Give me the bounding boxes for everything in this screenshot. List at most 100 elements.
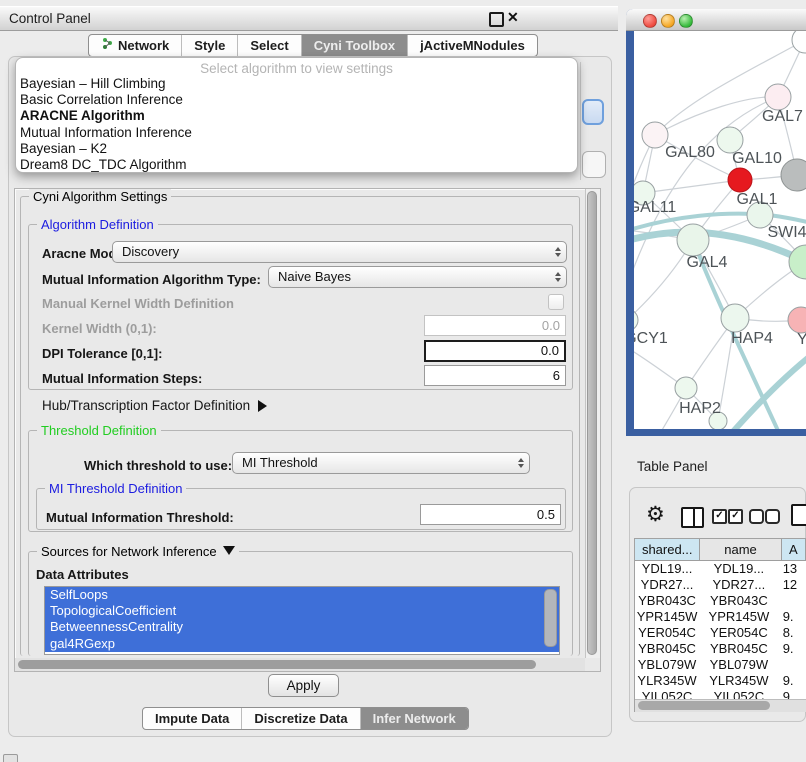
which-threshold-select[interactable]: MI Threshold: [232, 452, 530, 474]
node-label-swi4: SWI4: [767, 224, 806, 241]
stepper-icon: [555, 267, 561, 287]
network-window-titlebar[interactable]: [626, 9, 806, 31]
sources-title-toggle[interactable]: Sources for Network Inference: [37, 544, 239, 559]
attribute-item[interactable]: gal4RGexp: [45, 636, 559, 652]
mi-threshold-definition-title: MI Threshold Definition: [45, 481, 186, 496]
algorithm-option[interactable]: Mutual Information Inference: [16, 125, 577, 141]
tab-style[interactable]: Style: [181, 35, 237, 56]
column-header-2[interactable]: name: [700, 539, 781, 561]
mi-threshold-field[interactable]: 0.5: [420, 504, 561, 525]
attribute-item[interactable]: BetweennessCentrality: [45, 619, 559, 635]
tab-discretize-data[interactable]: Discretize Data: [241, 708, 359, 729]
kernel-width-label: Kernel Width (0,1):: [42, 321, 157, 336]
tab-impute-data[interactable]: Impute Data: [143, 708, 241, 729]
manual-kernel-width-checkbox[interactable]: [548, 294, 564, 310]
tab-select[interactable]: Select: [237, 35, 300, 56]
zoom-traffic-light[interactable]: [679, 14, 693, 28]
tab-cyni-toolbox[interactable]: Cyni Toolbox: [301, 35, 407, 56]
network-icon: [101, 34, 114, 57]
table-cell: 9.: [779, 673, 806, 689]
network-edge[interactable]: [643, 180, 740, 193]
algorithm-option[interactable]: Bayesian – Hill Climbing: [16, 76, 577, 92]
algorithm-definition-title: Algorithm Definition: [37, 217, 158, 232]
table-cell: [779, 657, 806, 673]
mi-steps-field[interactable]: 6: [424, 365, 566, 386]
table-cell: YBR045C: [635, 641, 699, 657]
attribute-item[interactable]: TopologicalCoefficient: [45, 603, 559, 619]
checked-box-icon[interactable]: ✓: [712, 509, 727, 524]
table-cell: 13: [779, 561, 806, 577]
attribute-item[interactable]: SelfLoops: [45, 587, 559, 603]
attributes-scrollbar-thumb[interactable]: [544, 589, 557, 647]
dpi-tolerance-field[interactable]: 0.0: [424, 340, 566, 362]
minimized-panel-icon[interactable]: [3, 754, 18, 762]
settings-vscrollbar-thumb[interactable]: [587, 191, 597, 655]
table-row[interactable]: YDL19...YDL19...13: [635, 561, 806, 577]
table-row[interactable]: YDR27...YDR27...12: [635, 577, 806, 593]
network-edge-highlighted[interactable]: [730, 353, 806, 429]
algorithm-option[interactable]: Dream8 DC_TDC Algorithm: [16, 157, 577, 173]
table-hscrollbar-thumb[interactable]: [638, 701, 770, 710]
which-threshold-label: Which threshold to use:: [84, 458, 232, 473]
node-label-hap2: HAP2: [679, 400, 721, 417]
table-cell: YDL19...: [699, 561, 779, 577]
gear-icon[interactable]: ⚙: [646, 505, 665, 525]
table-row[interactable]: YBL079WYBL079W: [635, 657, 806, 673]
control-panel-tabs: NetworkStyleSelectCyni Toolbox jActiveMNo…: [88, 34, 538, 57]
unchecked-box-icon[interactable]: [749, 509, 764, 524]
unchecked-box-icon[interactable]: [765, 509, 780, 524]
disclosure-right-icon: [258, 400, 267, 412]
column-header-1[interactable]: shared...: [635, 539, 700, 561]
stepper-icon: [555, 242, 561, 262]
node-gal4[interactable]: [677, 224, 709, 256]
algorithm-option[interactable]: Bayesian – K2: [16, 141, 577, 157]
close-traffic-light[interactable]: [643, 14, 657, 28]
table-row[interactable]: YPR145WYPR145W9.: [635, 609, 806, 625]
table-cell: YDR27...: [699, 577, 779, 593]
algorithm-option[interactable]: ARACNE Algorithm: [16, 108, 577, 124]
data-attributes-list[interactable]: SelfLoopsTopologicalCoefficientBetweenne…: [44, 586, 560, 655]
float-window-icon[interactable]: [489, 12, 504, 27]
hub-definition-toggle[interactable]: Hub/Transcription Factor Definition: [42, 398, 267, 413]
checked-box-icon[interactable]: ✓: [728, 509, 743, 524]
algorithm-option[interactable]: Basic Correlation Inference: [16, 92, 577, 108]
table-cell: YER054C: [635, 625, 699, 641]
node-gal80[interactable]: [642, 122, 668, 148]
tab-infer-network[interactable]: Infer Network: [360, 708, 468, 729]
table-row[interactable]: YER054CYER054C8.: [635, 625, 806, 641]
node-gal10-gray[interactable]: [781, 159, 806, 191]
network-edge[interactable]: [655, 97, 778, 135]
table-cell: YBL079W: [635, 657, 699, 673]
node-label-gcy1: GCY1: [634, 330, 668, 347]
tab-network[interactable]: Network: [89, 35, 181, 56]
node-hap2[interactable]: [675, 377, 697, 399]
table-row[interactable]: YBR043CYBR043C: [635, 593, 806, 609]
node-table: shared...nameA YDL19...YDL19...13YDR27..…: [634, 538, 806, 712]
tab-jactivemnodules[interactable]: jActiveMNodules: [407, 35, 537, 56]
network-canvas[interactable]: GAL7GAL80GAL10GAL1GAL11SWI4GAL4GCY1HAP4Y…: [634, 31, 806, 429]
control-panel-titlebar: Control Panel ✕: [0, 6, 618, 31]
node-swi4[interactable]: [789, 245, 806, 279]
mi-algorithm-type-select[interactable]: Naive Bayes: [268, 266, 567, 288]
document-icon[interactable]: [791, 504, 806, 526]
column-header-3[interactable]: A: [782, 539, 806, 561]
table-row[interactable]: YLR345WYLR345W9.: [635, 673, 806, 689]
aracne-mode-select[interactable]: Discovery: [112, 241, 567, 263]
minimize-traffic-light[interactable]: [661, 14, 675, 28]
kernel-width-field[interactable]: 0.0: [424, 315, 566, 336]
apply-button[interactable]: Apply: [268, 674, 339, 697]
settings-hscrollbar-thumb[interactable]: [18, 660, 536, 669]
close-icon[interactable]: ✕: [507, 9, 519, 26]
manual-kernel-width-label: Manual Kernel Width Definition: [42, 296, 234, 311]
table-cell: 9.: [779, 641, 806, 657]
node-top[interactable]: [792, 31, 806, 53]
node-label-y: Y: [797, 331, 806, 348]
tab-label: jActiveMNodules: [420, 34, 525, 57]
split-columns-icon[interactable]: [681, 507, 704, 528]
node-hap4[interactable]: [721, 304, 749, 332]
node-gal1-red[interactable]: [728, 168, 752, 192]
node-pink-y[interactable]: [788, 307, 806, 333]
cyni-mode-tabs: Impute DataDiscretize DataInfer Network: [142, 707, 469, 730]
node-pink-top[interactable]: [765, 84, 791, 110]
table-row[interactable]: YBR045CYBR045C9.: [635, 641, 806, 657]
